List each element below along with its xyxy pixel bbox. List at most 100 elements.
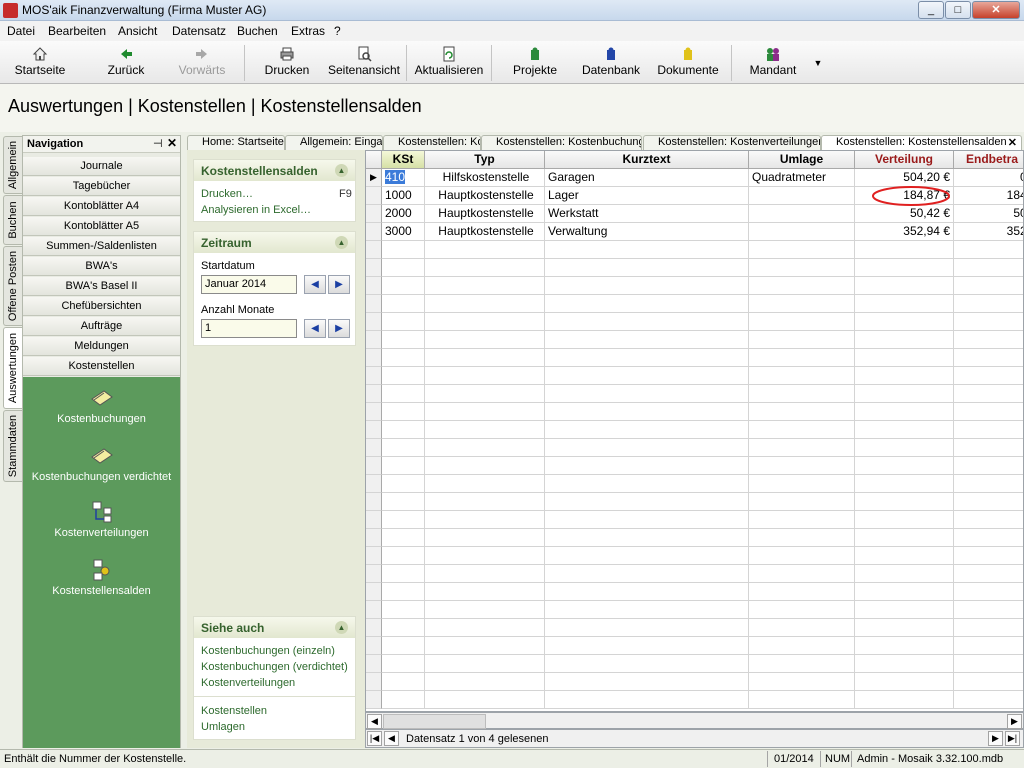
nav-sub-kostenverteilungen[interactable]: Kostenverteilungen (23, 501, 180, 539)
horizontal-scrollbar[interactable]: ◀ ▶ (365, 712, 1024, 729)
close-button[interactable]: ✕ (972, 1, 1020, 19)
maximize-button[interactable]: □ (945, 1, 971, 19)
collapse-icon[interactable]: ▲ (335, 164, 348, 177)
empty-cell[interactable] (545, 295, 749, 313)
cell-kurztext[interactable]: Verwaltung (545, 223, 749, 241)
empty-cell[interactable] (855, 583, 954, 601)
row-selector[interactable] (366, 421, 382, 439)
empty-cell[interactable] (954, 421, 1023, 439)
empty-cell[interactable] (749, 511, 855, 529)
scroll-thumb[interactable] (383, 714, 486, 729)
empty-cell[interactable] (382, 475, 425, 493)
row-selector[interactable] (366, 385, 382, 403)
empty-cell[interactable] (382, 313, 425, 331)
prev-record-icon[interactable]: ◀ (384, 731, 399, 746)
empty-cell[interactable] (382, 673, 425, 691)
empty-cell[interactable] (954, 403, 1023, 421)
link-umlagen[interactable]: Umlagen (201, 721, 245, 733)
row-selector[interactable] (366, 637, 382, 655)
empty-cell[interactable] (855, 277, 954, 295)
zurueck-button[interactable]: Zurück (100, 44, 152, 82)
tab-startseite[interactable]: Home: Startseite (187, 135, 285, 150)
empty-cell[interactable] (954, 691, 1023, 709)
empty-cell[interactable] (545, 349, 749, 367)
months-prev-button[interactable]: ◀ (304, 319, 326, 338)
empty-cell[interactable] (855, 367, 954, 385)
nav-item-kontoblaetter-a4[interactable]: Kontoblätter A4 (23, 197, 180, 216)
empty-cell[interactable] (425, 475, 545, 493)
empty-cell[interactable] (545, 529, 749, 547)
empty-cell[interactable] (749, 367, 855, 385)
empty-cell[interactable] (855, 259, 954, 277)
empty-cell[interactable] (382, 637, 425, 655)
minimize-button[interactable]: _ (918, 1, 944, 19)
row-selector[interactable] (366, 349, 382, 367)
nav-item-chefuebersichten[interactable]: Chefübersichten (23, 297, 180, 316)
nav-sub-kostenbuchungen[interactable]: Kostenbuchungen (23, 387, 180, 425)
empty-cell[interactable] (855, 691, 954, 709)
empty-cell[interactable] (749, 403, 855, 421)
cell-typ[interactable]: Hilfskostenstelle (425, 169, 545, 187)
empty-cell[interactable] (954, 637, 1023, 655)
empty-cell[interactable] (749, 457, 855, 475)
empty-cell[interactable] (954, 583, 1023, 601)
nav-item-bwas[interactable]: BWA's (23, 257, 180, 276)
empty-cell[interactable] (425, 331, 545, 349)
row-selector[interactable] (366, 583, 382, 601)
cell-endbetrag[interactable]: 0, (954, 169, 1023, 187)
empty-cell[interactable] (855, 637, 954, 655)
empty-cell[interactable] (855, 547, 954, 565)
datenbank-button[interactable]: Datenbank (579, 44, 643, 82)
col-header-endbetrag[interactable]: Endbetra (954, 151, 1023, 169)
empty-cell[interactable] (545, 457, 749, 475)
empty-cell[interactable] (425, 349, 545, 367)
months-next-button[interactable]: ▶ (328, 319, 350, 338)
empty-cell[interactable] (382, 619, 425, 637)
startseite-button[interactable]: Startseite (10, 44, 70, 82)
link-kostenstellen[interactable]: Kostenstellen (201, 705, 267, 717)
row-selector[interactable] (366, 619, 382, 637)
empty-cell[interactable] (855, 241, 954, 259)
empty-cell[interactable] (425, 421, 545, 439)
last-record-icon[interactable]: ▶| (1005, 731, 1020, 746)
col-header-kst[interactable]: KSt (382, 151, 425, 169)
row-selector[interactable] (366, 205, 382, 223)
mandant-dropdown-icon[interactable]: ▼ (812, 44, 824, 82)
empty-cell[interactable] (425, 367, 545, 385)
empty-cell[interactable] (382, 385, 425, 403)
menu-ansicht[interactable]: Ansicht (118, 24, 157, 38)
cell-kst[interactable]: 410 (382, 169, 425, 187)
start-next-button[interactable]: ▶ (328, 275, 350, 294)
empty-cell[interactable] (749, 547, 855, 565)
cell-kst[interactable]: 3000 (382, 223, 425, 241)
empty-cell[interactable] (855, 295, 954, 313)
cell-endbetrag[interactable]: 352, (954, 223, 1023, 241)
cell-typ[interactable]: Hauptkostenstelle (425, 223, 545, 241)
row-selector[interactable] (366, 457, 382, 475)
cell-verteilung[interactable]: 352,94 € (855, 223, 954, 241)
side-tab-allgemein[interactable]: Allgemein (3, 136, 22, 194)
empty-cell[interactable] (749, 565, 855, 583)
empty-cell[interactable] (425, 385, 545, 403)
empty-cell[interactable] (954, 241, 1023, 259)
menu-help[interactable]: ? (334, 24, 341, 38)
empty-cell[interactable] (855, 601, 954, 619)
dokumente-button[interactable]: Dokumente (654, 44, 722, 82)
row-selector[interactable] (366, 655, 382, 673)
empty-cell[interactable] (382, 421, 425, 439)
empty-cell[interactable] (749, 601, 855, 619)
empty-cell[interactable] (382, 529, 425, 547)
aktualisieren-button[interactable]: Aktualisieren (413, 44, 485, 82)
empty-cell[interactable] (855, 331, 954, 349)
empty-cell[interactable] (545, 619, 749, 637)
empty-cell[interactable] (855, 619, 954, 637)
empty-cell[interactable] (855, 349, 954, 367)
link-kostenbuchungen-einzeln[interactable]: Kostenbuchungen (einzeln) (201, 645, 335, 657)
empty-cell[interactable] (954, 529, 1023, 547)
empty-cell[interactable] (749, 637, 855, 655)
empty-cell[interactable] (545, 565, 749, 583)
empty-cell[interactable] (855, 439, 954, 457)
empty-cell[interactable] (545, 493, 749, 511)
cell-kurztext[interactable]: Garagen (545, 169, 749, 187)
empty-cell[interactable] (425, 493, 545, 511)
